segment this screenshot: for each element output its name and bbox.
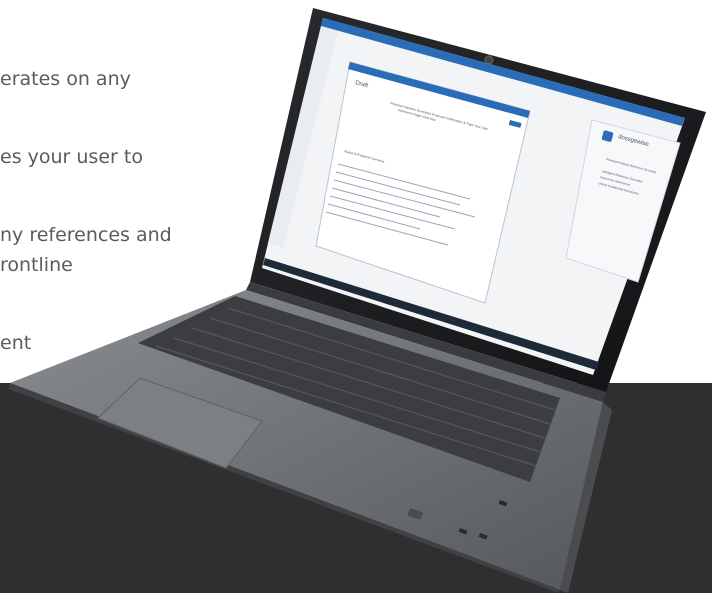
laptop-illustration: Draft Proposal Inspector Generates Propo… bbox=[8, 8, 706, 593]
webcam-icon bbox=[484, 55, 494, 65]
